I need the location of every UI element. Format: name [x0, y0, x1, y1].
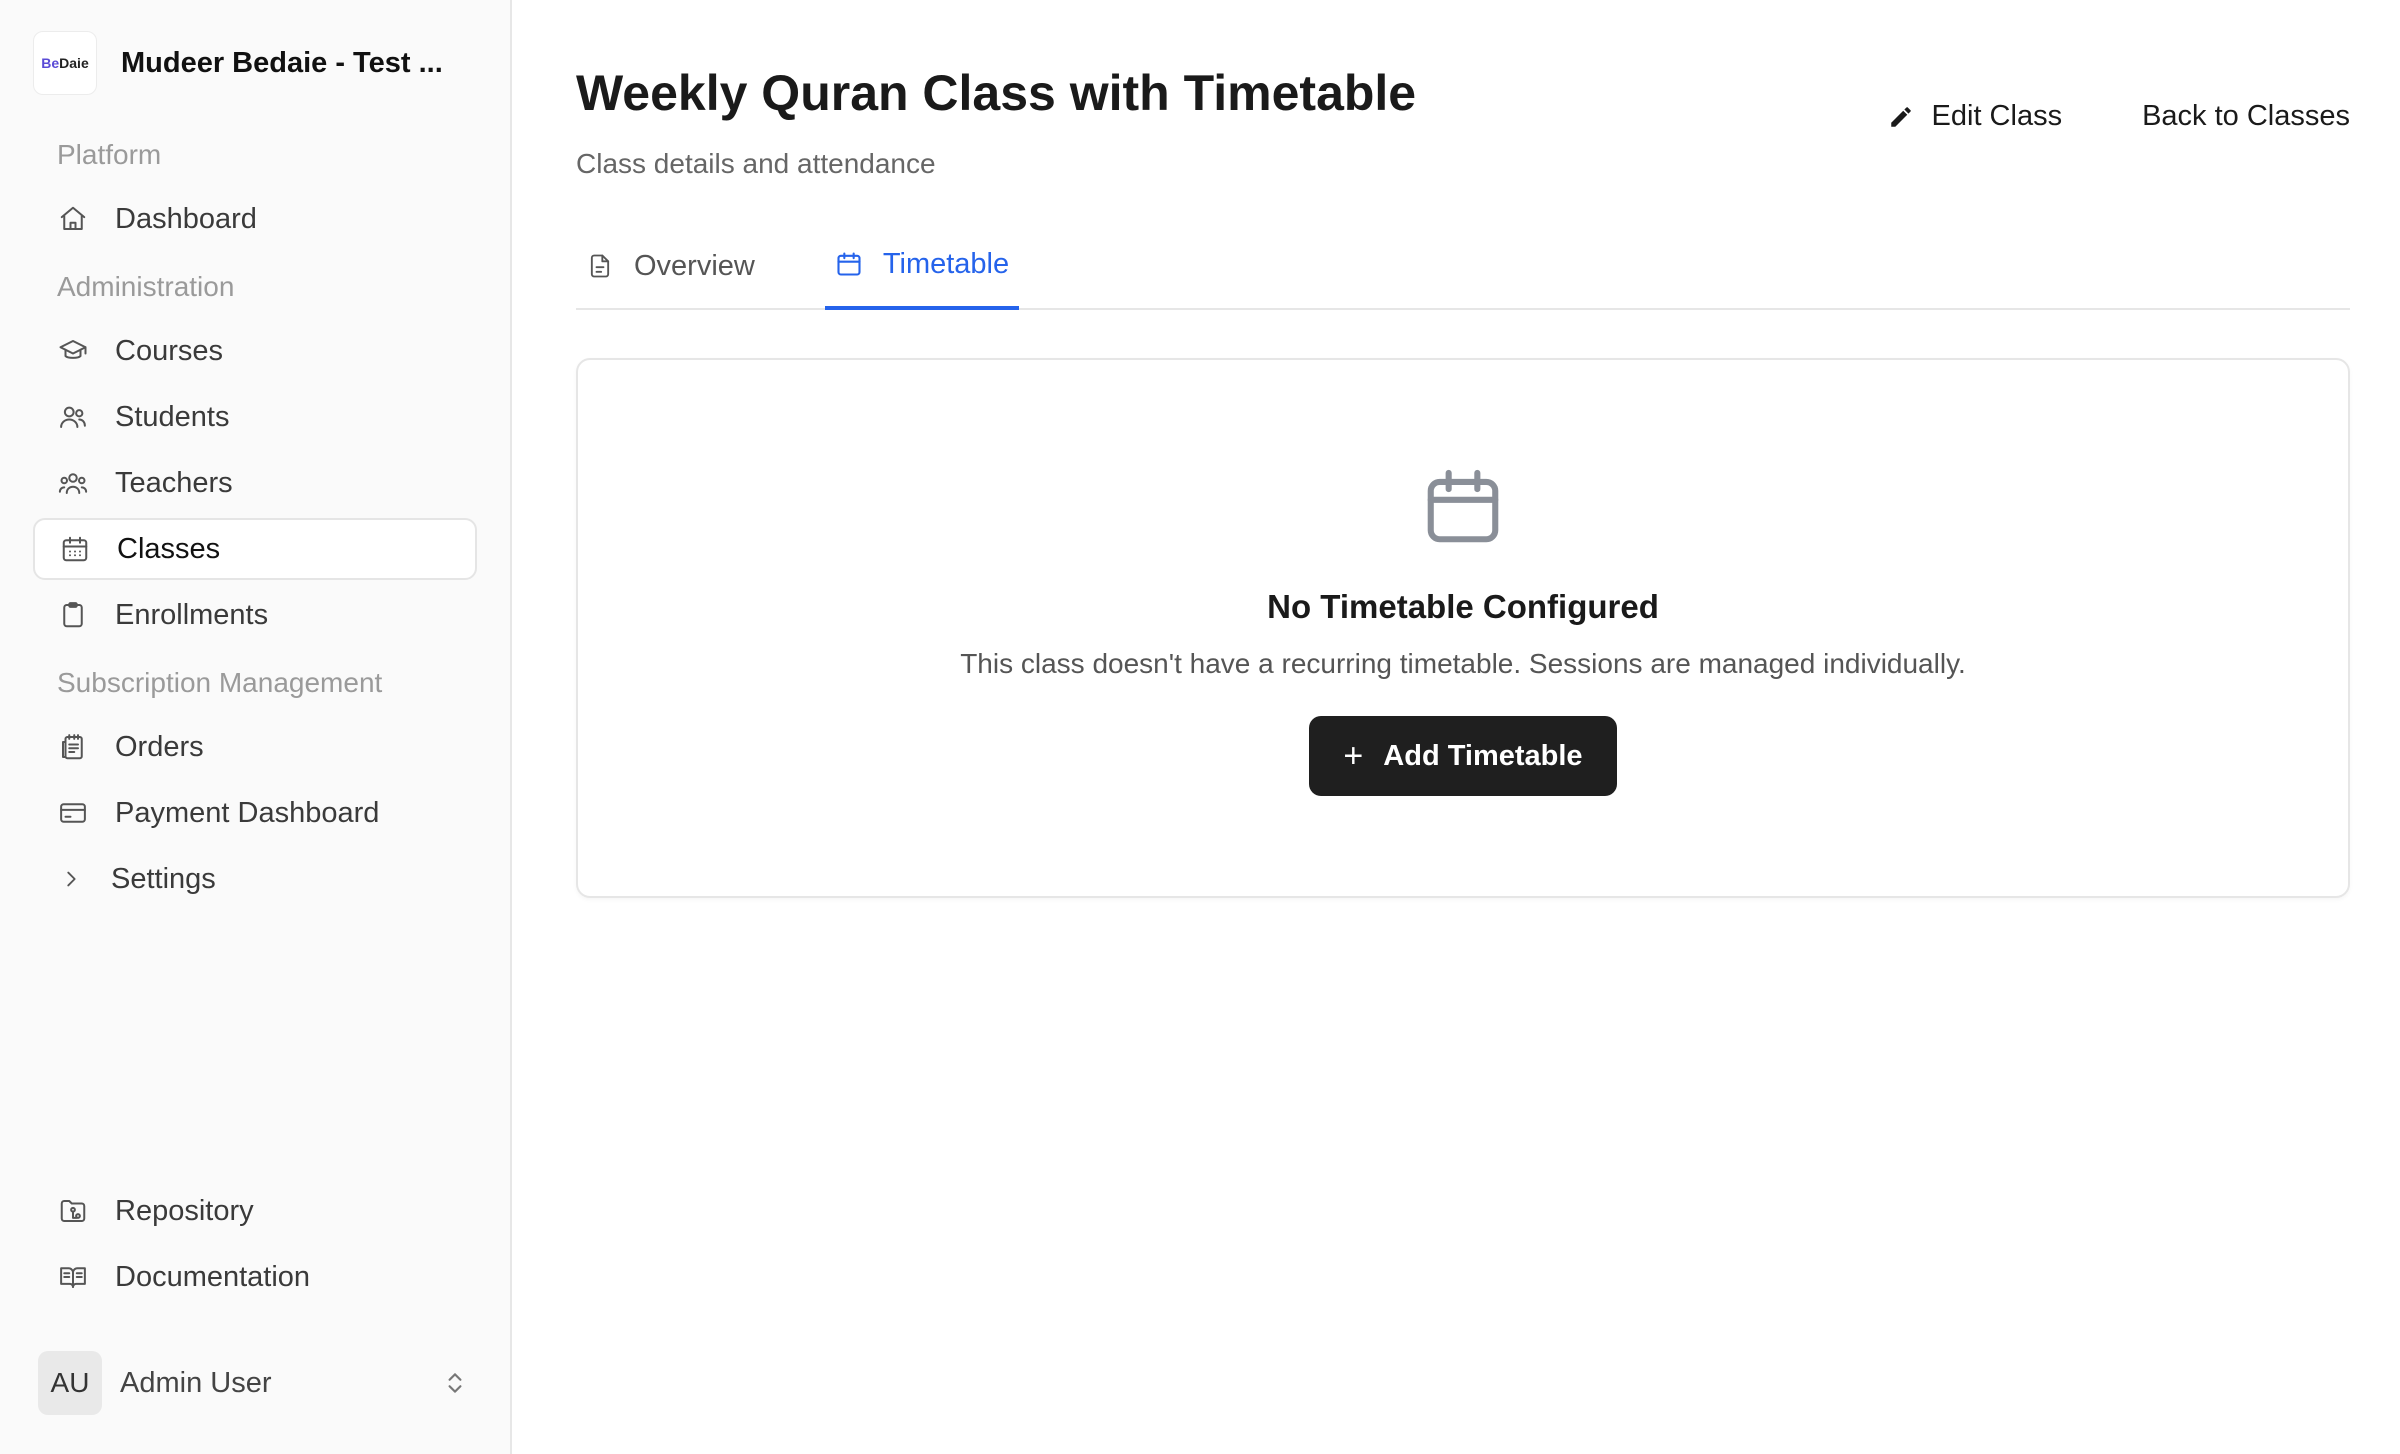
- tab-label: Timetable: [882, 247, 1010, 280]
- logo-text-b: Daie: [59, 55, 89, 71]
- logo-text-a: Be: [41, 55, 60, 71]
- timetable-empty-state: No Timetable Configured This class doesn…: [576, 358, 2350, 898]
- back-to-classes-button[interactable]: Back to Classes: [2142, 100, 2350, 133]
- folder-git-icon: [57, 1195, 89, 1227]
- document-icon: [586, 251, 616, 281]
- sidebar-item-label: Classes: [117, 532, 221, 565]
- credit-card-icon: [57, 797, 89, 829]
- sidebar-item-courses[interactable]: Courses: [33, 320, 477, 382]
- sidebar-item-label: Enrollments: [115, 598, 269, 631]
- sidebar-item-label: Students: [115, 400, 230, 433]
- page-title: Weekly Quran Class with Timetable: [576, 65, 1417, 121]
- add-timetable-button[interactable]: + Add Timetable: [1309, 716, 1617, 796]
- chevron-right-icon: [55, 863, 87, 895]
- sidebar-item-label: Dashboard: [115, 202, 257, 235]
- plus-icon: +: [1343, 736, 1364, 775]
- sidebar-item-teachers[interactable]: Teachers: [33, 452, 477, 514]
- users-icon: [57, 401, 89, 433]
- edit-class-label: Edit Class: [1931, 100, 2063, 132]
- sidebar-item-dashboard[interactable]: Dashboard: [33, 188, 477, 250]
- sidebar-item-settings[interactable]: Settings: [33, 848, 477, 910]
- sidebar: Be Daie Mudeer Bedaie - Test ... Platform…: [0, 0, 512, 1454]
- book-open-icon: [57, 1261, 89, 1293]
- clipboard-icon: [57, 599, 89, 631]
- org-switcher[interactable]: Be Daie Mudeer Bedaie - Test ...: [33, 30, 477, 96]
- tab-bar: Overview Timetable: [576, 222, 2350, 310]
- org-logo: Be Daie: [33, 31, 97, 95]
- section-platform: Platform: [57, 139, 162, 170]
- tab-overview[interactable]: Overview: [576, 222, 765, 310]
- sidebar-footer-nav: Repository Documentation: [33, 1180, 477, 1312]
- header-actions: Edit Class Back to Classes: [1888, 100, 2350, 133]
- sidebar-item-payment-dashboard[interactable]: Payment Dashboard: [33, 782, 477, 844]
- user-menu[interactable]: AU Admin User: [38, 1350, 470, 1416]
- tab-label: Overview: [634, 249, 755, 282]
- sidebar-item-classes[interactable]: Classes: [33, 518, 477, 580]
- pencil-icon: [1888, 103, 1916, 131]
- sidebar-item-enrollments[interactable]: Enrollments: [33, 584, 477, 646]
- group-icon: [57, 467, 89, 499]
- home-icon: [57, 203, 89, 235]
- org-name: Mudeer Bedaie - Test ...: [121, 46, 443, 79]
- calendar-grid-icon: [59, 533, 91, 565]
- chevrons-up-down-icon: [440, 1368, 470, 1398]
- edit-class-button[interactable]: Edit Class: [1888, 100, 2063, 133]
- main-content: Weekly Quran Class with Timetable Class …: [512, 0, 2400, 1454]
- empty-state-title: No Timetable Configured: [1267, 588, 1659, 625]
- tab-timetable[interactable]: Timetable: [824, 222, 1020, 310]
- back-to-classes-label: Back to Classes: [2142, 100, 2350, 132]
- sidebar-item-label: Repository: [115, 1194, 254, 1227]
- receipt-icon: [57, 731, 89, 763]
- section-subscription: Subscription Management: [57, 667, 383, 698]
- empty-state-description: This class doesn't have a recurring time…: [960, 648, 1966, 679]
- sidebar-item-label: Teachers: [115, 466, 233, 499]
- sidebar-item-label: Orders: [115, 730, 204, 763]
- sidebar-item-label: Settings: [111, 862, 216, 895]
- page-subtitle: Class details and attendance: [576, 148, 936, 179]
- sidebar-item-label: Payment Dashboard: [115, 796, 380, 829]
- avatar: AU: [38, 1351, 102, 1415]
- sidebar-item-label: Documentation: [115, 1260, 311, 1293]
- sidebar-item-students[interactable]: Students: [33, 386, 477, 448]
- sidebar-item-orders[interactable]: Orders: [33, 716, 477, 778]
- section-administration: Administration: [57, 271, 235, 302]
- calendar-icon: [1420, 464, 1506, 550]
- graduation-cap-icon: [57, 335, 89, 367]
- sidebar-item-label: Courses: [115, 334, 223, 367]
- app-root: Be Daie Mudeer Bedaie - Test ... Platform…: [0, 0, 2400, 1454]
- sidebar-item-repository[interactable]: Repository: [33, 1180, 477, 1242]
- calendar-icon: [835, 249, 865, 279]
- user-name: Admin User: [120, 1366, 272, 1399]
- add-timetable-label: Add Timetable: [1383, 739, 1583, 772]
- sidebar-item-documentation[interactable]: Documentation: [33, 1246, 477, 1308]
